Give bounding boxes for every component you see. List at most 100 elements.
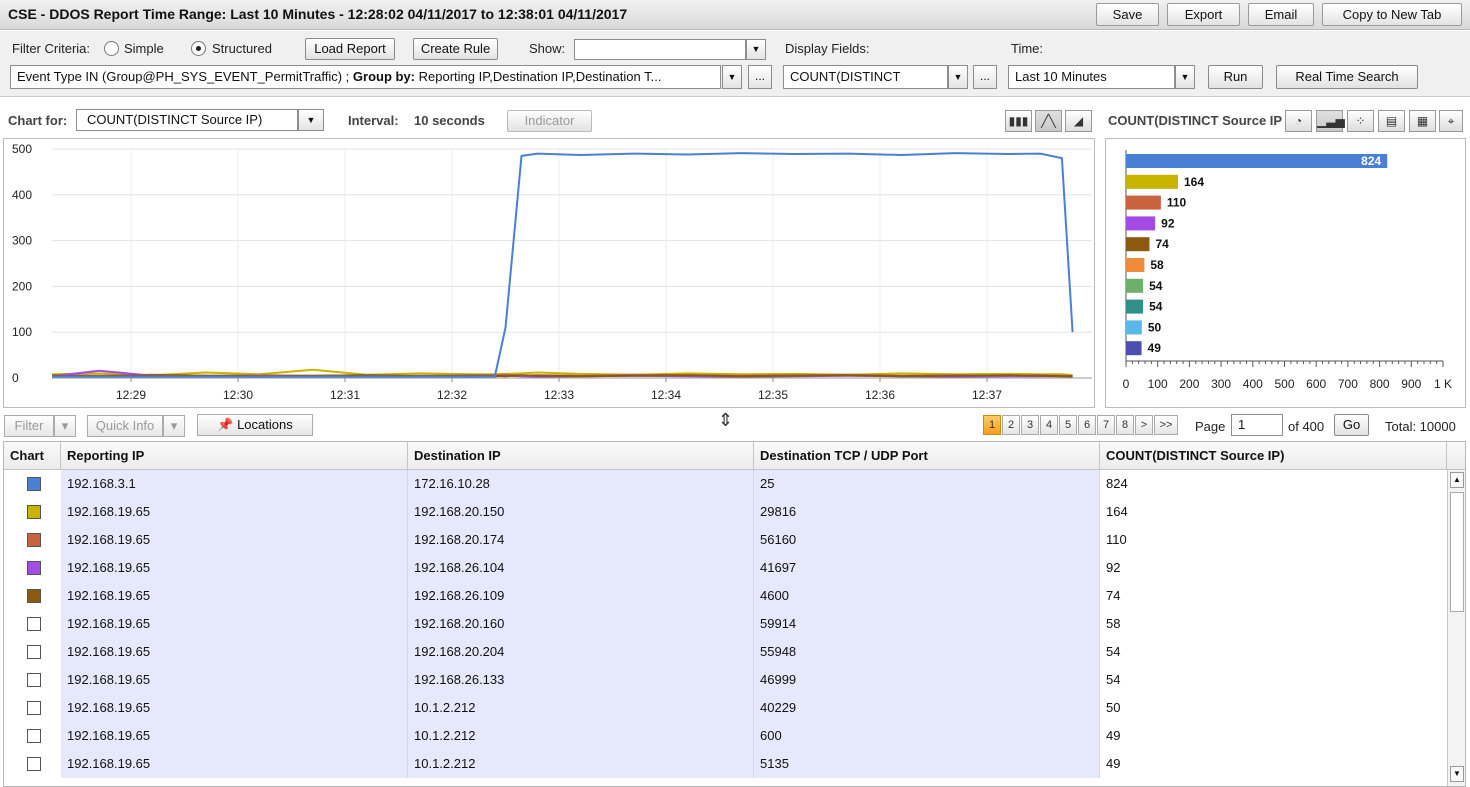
grid-view-icon[interactable]: ▦ xyxy=(1409,110,1436,132)
table-row[interactable]: 192.168.19.65 192.168.20.160 59914 58 xyxy=(4,610,1447,638)
bar-chart-icon[interactable]: ▮▮▮ xyxy=(1005,110,1032,132)
criteria-ellipsis-button[interactable]: ... xyxy=(748,65,772,89)
page-button[interactable]: 7 xyxy=(1097,415,1115,435)
table-row[interactable]: 192.168.19.65 192.168.20.204 55948 54 xyxy=(4,638,1447,666)
page-button[interactable]: > xyxy=(1135,415,1153,435)
side-chart-title: COUNT(DISTINCT Source IP xyxy=(1108,113,1283,128)
scatter-chart-icon[interactable]: ⁘ xyxy=(1347,110,1374,132)
table-row[interactable]: 192.168.19.65 192.168.20.174 56160 110 xyxy=(4,526,1447,554)
chart-color-checkbox[interactable] xyxy=(27,757,41,771)
table-row[interactable]: 192.168.19.65 10.1.2.212 5135 49 xyxy=(4,750,1447,778)
column-header-reporting-ip[interactable]: Reporting IP xyxy=(61,442,408,470)
column-header-port[interactable]: Destination TCP / UDP Port xyxy=(754,442,1100,470)
x-tick-label: 200 xyxy=(1179,377,1199,391)
chevron-down-icon[interactable]: ▼ xyxy=(1175,65,1195,89)
page-button[interactable]: 2 xyxy=(1002,415,1020,435)
load-report-button[interactable]: Load Report xyxy=(305,38,395,60)
table-row[interactable]: 192.168.19.65 192.168.26.109 4600 74 xyxy=(4,582,1447,610)
map-pin-icon[interactable]: ⌖ xyxy=(1439,110,1463,132)
chevron-down-icon[interactable]: ▼ xyxy=(298,109,324,131)
total-count: Total: 10000 xyxy=(1385,419,1456,434)
bar-value-label: 74 xyxy=(1155,237,1169,251)
chart-for-select[interactable]: COUNT(DISTINCT Source IP) xyxy=(76,109,298,131)
table-row[interactable]: 192.168.19.65 192.168.26.104 41697 92 xyxy=(4,554,1447,582)
bar-chart: 824 164 110 92 74 58 54 54 50 49 0 100 200 300 400 500 6… xyxy=(1123,150,1452,391)
display-fields-select[interactable]: COUNT(DISTINCT xyxy=(783,65,948,89)
chart-color-checkbox[interactable] xyxy=(27,561,41,575)
scroll-thumb[interactable] xyxy=(1450,492,1464,612)
area-chart-icon[interactable]: ◢ xyxy=(1065,110,1092,132)
structured-radio[interactable] xyxy=(191,41,206,56)
chevron-down-icon[interactable]: ▾ xyxy=(163,415,185,437)
table-row[interactable]: 192.168.3.1 172.16.10.28 25 824 xyxy=(4,470,1447,498)
x-tick-label: 600 xyxy=(1306,377,1326,391)
chart-color-checkbox[interactable] xyxy=(27,701,41,715)
bar-chart-icon[interactable]: ▁▃▅ xyxy=(1316,110,1345,132)
chevron-down-icon[interactable]: ▼ xyxy=(948,65,968,89)
email-button[interactable]: Email xyxy=(1248,3,1314,26)
create-rule-button[interactable]: Create Rule xyxy=(413,38,498,60)
chart-color-checkbox[interactable] xyxy=(27,673,41,687)
cell-destination-ip: 192.168.20.150 xyxy=(408,498,754,526)
cell-count: 164 xyxy=(1106,504,1128,519)
chevron-down-icon[interactable]: ▾ xyxy=(54,415,76,437)
page-button[interactable]: >> xyxy=(1154,415,1178,435)
page-input[interactable]: 1 xyxy=(1231,414,1283,436)
column-header-count[interactable]: COUNT(DISTINCT Source IP) xyxy=(1100,442,1447,470)
page-button[interactable]: 1 xyxy=(983,415,1001,435)
resize-handle-icon[interactable]: ⇕ xyxy=(718,410,733,431)
bar-chart-panel: 824 164 110 92 74 58 54 54 50 49 0 100 200 300 400 500 6… xyxy=(1105,138,1466,408)
chart-color-checkbox[interactable] xyxy=(27,617,41,631)
table-view-icon[interactable]: ▤ xyxy=(1378,110,1405,132)
scroll-up-icon[interactable]: ▲ xyxy=(1450,472,1464,488)
display-fields-ellipsis-button[interactable]: ... xyxy=(973,65,997,89)
chart-color-checkbox[interactable] xyxy=(27,729,41,743)
line-chart-icon[interactable]: ╱╲ xyxy=(1035,110,1062,132)
save-button[interactable]: Save xyxy=(1096,3,1159,26)
bar-value-label: 164 xyxy=(1184,175,1204,189)
chart-color-checkbox[interactable] xyxy=(27,533,41,547)
cell-count: 92 xyxy=(1106,560,1121,575)
pie-chart-icon[interactable]: ◔ xyxy=(1285,110,1312,132)
page-button[interactable]: 6 xyxy=(1078,415,1096,435)
quick-info-button[interactable]: Quick Info xyxy=(87,415,163,437)
table-row[interactable]: 192.168.19.65 192.168.26.133 46999 54 xyxy=(4,666,1447,694)
cell-destination-ip: 172.16.10.28 xyxy=(408,470,754,498)
bar xyxy=(1126,341,1142,356)
export-button[interactable]: Export xyxy=(1167,3,1240,26)
chevron-down-icon[interactable]: ▼ xyxy=(746,39,766,60)
real-time-search-button[interactable]: Real Time Search xyxy=(1276,65,1418,89)
simple-radio[interactable] xyxy=(104,41,119,56)
cell-destination-ip: 10.1.2.212 xyxy=(408,694,754,722)
show-select[interactable] xyxy=(574,39,746,60)
table-scrollbar[interactable]: ▲ ▼ xyxy=(1447,470,1465,786)
run-button[interactable]: Run xyxy=(1208,65,1263,89)
indicator-button[interactable]: Indicator xyxy=(507,110,592,132)
chart-color-checkbox[interactable] xyxy=(27,589,41,603)
copy-to-new-tab-button[interactable]: Copy to New Tab xyxy=(1322,3,1462,26)
go-button[interactable]: Go xyxy=(1334,414,1369,436)
time-select[interactable]: Last 10 Minutes xyxy=(1008,65,1175,89)
scroll-down-icon[interactable]: ▼ xyxy=(1450,766,1464,782)
filter-criteria-field[interactable]: Event Type IN (Group@PH_SYS_EVENT_Permit… xyxy=(10,65,721,89)
chart-color-checkbox[interactable] xyxy=(27,505,41,519)
column-header-chart[interactable]: Chart xyxy=(4,442,61,470)
chart-color-checkbox[interactable] xyxy=(27,645,41,659)
page-button[interactable]: 8 xyxy=(1116,415,1134,435)
page-button[interactable]: 5 xyxy=(1059,415,1077,435)
filter-button[interactable]: Filter xyxy=(4,415,54,437)
filter-toolbar: Filter Criteria: Simple Structured Load … xyxy=(0,31,1470,97)
table-row[interactable]: 192.168.19.65 10.1.2.212 40229 50 xyxy=(4,694,1447,722)
column-header-destination-ip[interactable]: Destination IP xyxy=(408,442,754,470)
locations-button[interactable]: 📌 Locations xyxy=(197,414,313,436)
table-row[interactable]: 192.168.19.65 192.168.20.150 29816 164 xyxy=(4,498,1447,526)
chart-color-checkbox[interactable] xyxy=(27,477,41,491)
chevron-down-icon[interactable]: ▼ xyxy=(722,65,742,89)
y-tick-label: 400 xyxy=(12,188,32,202)
page-button[interactable]: 4 xyxy=(1040,415,1058,435)
page-button[interactable]: 3 xyxy=(1021,415,1039,435)
x-tick-label: 500 xyxy=(1274,377,1294,391)
line-chart: 0 100 200 300 400 500 12:29 12:30 12:31 12:32 12:3… xyxy=(12,142,1092,402)
table-row[interactable]: 192.168.19.65 10.1.2.212 600 49 xyxy=(4,722,1447,750)
bar-value-label: 54 xyxy=(1149,279,1163,293)
